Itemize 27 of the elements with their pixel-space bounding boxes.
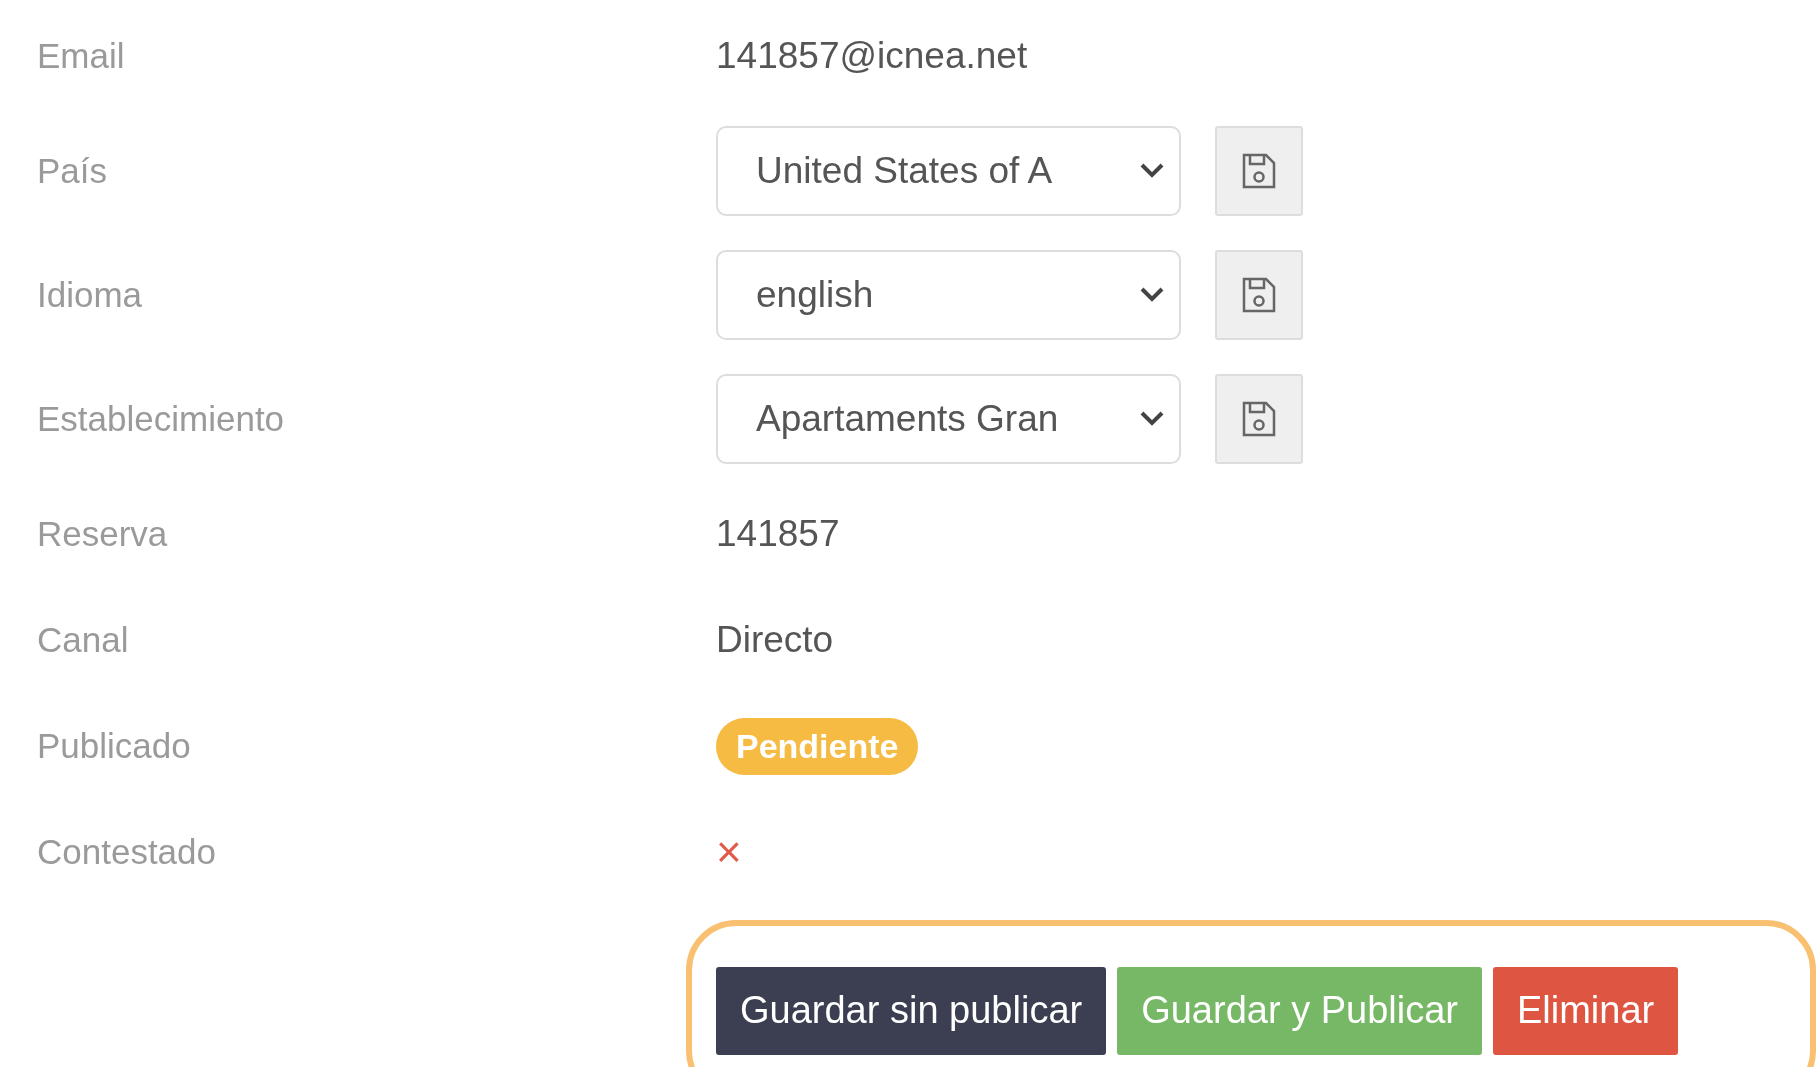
- dropdown[interactable]: english: [716, 250, 1181, 340]
- chevron-down-icon: [1139, 410, 1165, 428]
- save-button[interactable]: [1215, 126, 1303, 216]
- chevron-down-icon: [1139, 162, 1165, 180]
- field-label: Canal: [37, 620, 130, 660]
- save-button[interactable]: [1215, 250, 1303, 340]
- field-label: Reserva: [37, 514, 169, 554]
- action-button[interactable]: Guardar sin publicar: [716, 966, 1107, 1055]
- cross-icon: ×: [716, 830, 742, 874]
- dropdown[interactable]: Apartaments Gran: [716, 374, 1181, 464]
- chevron-down-icon: [1139, 286, 1165, 304]
- save-icon: [1242, 277, 1276, 313]
- field-label: Establecimiento: [37, 399, 286, 439]
- field-value: Directo: [716, 619, 834, 661]
- save-icon: [1242, 401, 1276, 437]
- save-button[interactable]: [1215, 374, 1303, 464]
- status-badge: Pendiente: [716, 717, 919, 775]
- field-label: País: [37, 151, 109, 191]
- field-label: Idioma: [37, 275, 144, 315]
- action-button[interactable]: Eliminar: [1493, 966, 1679, 1055]
- field-label: Contestado: [37, 832, 218, 872]
- dropdown[interactable]: United States of A: [716, 126, 1181, 216]
- field-label: Email: [37, 36, 126, 76]
- field-label: Publicado: [37, 726, 192, 766]
- save-icon: [1242, 153, 1276, 189]
- field-value: 141857: [716, 513, 840, 555]
- field-value: 141857@icnea.net: [716, 35, 1028, 77]
